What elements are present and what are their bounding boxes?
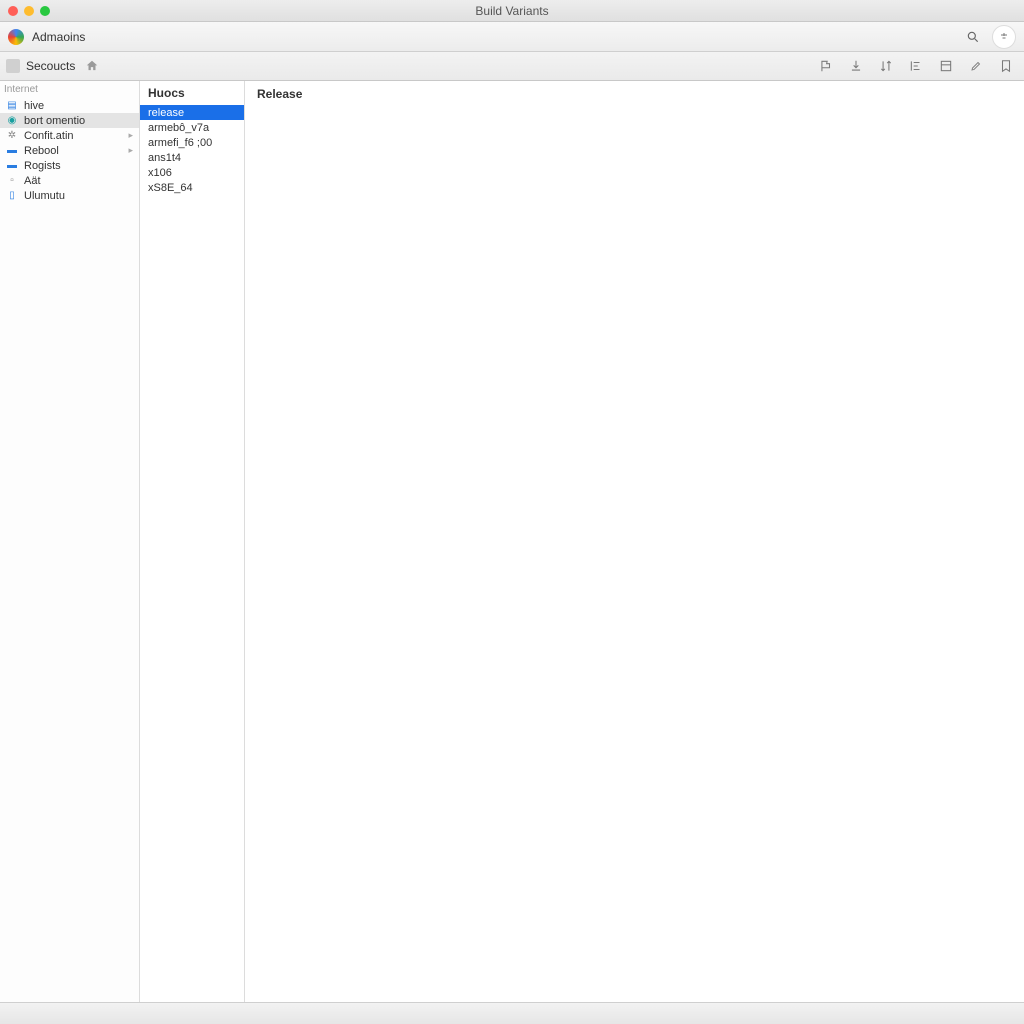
search-icon[interactable] xyxy=(962,26,984,48)
sidebar-item-bort[interactable]: ◉ bort omentio xyxy=(0,113,139,128)
layout-icon[interactable] xyxy=(934,54,958,78)
window-title: Build Variants xyxy=(0,4,1024,18)
brand-icon xyxy=(8,29,24,45)
globe-icon: ◉ xyxy=(6,115,18,127)
variant-label: ans1t4 xyxy=(148,152,181,164)
bookmark-icon[interactable] xyxy=(994,54,1018,78)
device-icon: ▯ xyxy=(6,190,18,202)
zoom-icon[interactable] xyxy=(40,6,50,16)
variant-item-x106[interactable]: x106 xyxy=(140,165,244,180)
chevron-right-icon: ▸ xyxy=(128,130,133,141)
variant-item-armebo[interactable]: armebô_v7a xyxy=(140,120,244,135)
sidebar-item-label: Rogists xyxy=(24,160,61,172)
variant-item-ans1t4[interactable]: ans1t4 xyxy=(140,150,244,165)
align-icon[interactable] xyxy=(904,54,928,78)
appbar: Admaoins xyxy=(0,22,1024,52)
section-label: Secoucts xyxy=(26,59,75,73)
sidebar-item-label: Rebool xyxy=(24,145,59,157)
variant-item-xs8e64[interactable]: xS8E_64 xyxy=(140,180,244,195)
sidebar-item-rebool[interactable]: ▬ Rebool ▸ xyxy=(0,143,139,158)
close-icon[interactable] xyxy=(8,6,18,16)
body: Internet ▤ hive ◉ bort omentio ✲ Confit.… xyxy=(0,81,1024,1002)
variant-label: armefi_f6 ;00 xyxy=(148,137,212,149)
gear-icon: ✲ xyxy=(6,130,18,142)
variant-label: release xyxy=(148,107,184,119)
sidebar-item-aat[interactable]: ▫ Aät xyxy=(0,173,139,188)
variant-label: x106 xyxy=(148,167,172,179)
detail-pane: Release xyxy=(245,81,1024,1002)
sidebar: Internet ▤ hive ◉ bort omentio ✲ Confit.… xyxy=(0,81,140,1002)
folder-icon: ▬ xyxy=(6,160,18,172)
sidebar-item-confit[interactable]: ✲ Confit.atin ▸ xyxy=(0,128,139,143)
sidebar-item-label: bort omentio xyxy=(24,115,85,127)
brand-label: Admaoins xyxy=(32,30,85,44)
sidebar-item-rogists[interactable]: ▬ Rogists xyxy=(0,158,139,173)
window-controls xyxy=(0,6,50,16)
section-icon xyxy=(6,59,20,73)
minimize-icon[interactable] xyxy=(24,6,34,16)
detail-header: Release xyxy=(257,87,1012,101)
variant-item-armefi[interactable]: armefi_f6 ;00 xyxy=(140,135,244,150)
sort-icon[interactable] xyxy=(874,54,898,78)
statusbar xyxy=(0,1002,1024,1024)
settings-icon[interactable] xyxy=(992,25,1016,49)
blank-icon: ▫ xyxy=(6,175,18,187)
chevron-right-icon: ▸ xyxy=(128,145,133,156)
sidebar-item-label: Aät xyxy=(24,175,41,187)
variant-list-header: Huocs xyxy=(140,81,244,105)
variant-item-release[interactable]: release xyxy=(140,105,244,120)
sidebar-item-label: Ulumutu xyxy=(24,190,65,202)
sidebar-item-label: hive xyxy=(24,100,44,112)
flag-icon[interactable] xyxy=(814,54,838,78)
sidebar-item-ulumutu[interactable]: ▯ Ulumutu xyxy=(0,188,139,203)
sidebar-header: Internet xyxy=(0,81,139,98)
home-icon[interactable] xyxy=(85,59,99,73)
titlebar: Build Variants xyxy=(0,0,1024,22)
sidebar-item-hive[interactable]: ▤ hive xyxy=(0,98,139,113)
edit-icon[interactable] xyxy=(964,54,988,78)
breadcrumb-bar: Secoucts xyxy=(0,52,1024,81)
variant-label: xS8E_64 xyxy=(148,182,193,194)
variant-list: Huocs release armebô_v7a armefi_f6 ;00 a… xyxy=(140,81,245,1002)
variant-label: armebô_v7a xyxy=(148,122,209,134)
folder-icon: ▬ xyxy=(6,145,18,157)
download-icon[interactable] xyxy=(844,54,868,78)
doc-icon: ▤ xyxy=(6,100,18,112)
sidebar-item-label: Confit.atin xyxy=(24,130,74,142)
